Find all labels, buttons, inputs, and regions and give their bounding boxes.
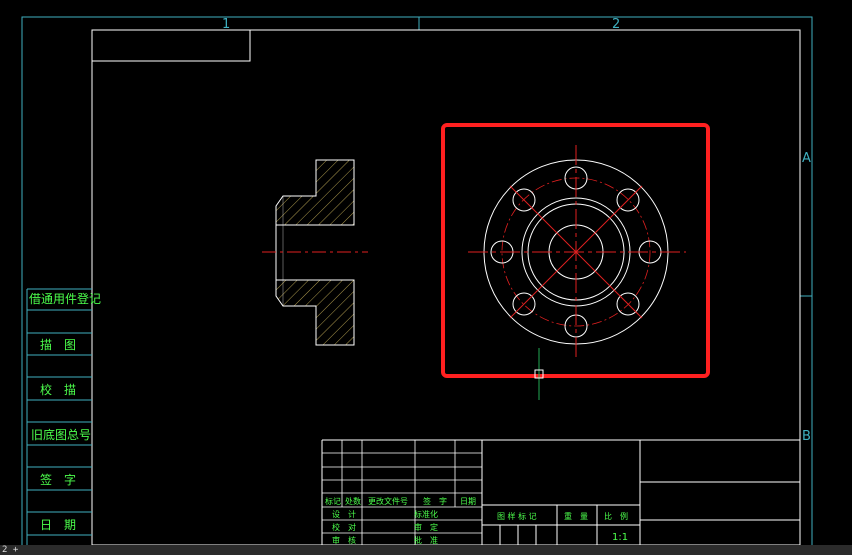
role-design: 设 计 [332, 509, 356, 519]
label-trace-check: 校 描 [40, 382, 76, 397]
rev-header-signature: 签 字 [423, 496, 447, 506]
section-upper-hatch [275, 159, 355, 226]
role-approve-final: 审 定 [414, 522, 438, 532]
role-review: 审 核 [332, 535, 356, 545]
cad-drawing-canvas[interactable]: 1 2 A B 借通用件登记 描 图 校 描 旧底图总号 签 字 日 期 标记 … [0, 0, 852, 555]
inner-frame [91, 29, 801, 546]
label-borrowed-parts: 借通用件登记 [29, 291, 101, 306]
command-status-bar[interactable]: 2 + [0, 545, 852, 555]
label-tracing: 描 图 [40, 338, 76, 352]
left-registration-column [26, 288, 92, 545]
info-scale: 比 例 [604, 511, 628, 521]
flange-front-view[interactable] [468, 145, 686, 360]
label-signature: 签 字 [40, 472, 76, 487]
status-text: 2 + [2, 545, 19, 555]
label-old-base-number: 旧底图总号 [31, 427, 91, 442]
info-weight: 重 量 [564, 511, 588, 521]
scale-value: 1:1 [612, 532, 628, 543]
zone-letter-b: B [802, 429, 811, 444]
rev-header-count: 处数 [345, 496, 361, 506]
title-block [321, 439, 800, 545]
role-authorize: 批 准 [414, 535, 438, 545]
zone-letter-a: A [802, 151, 811, 166]
section-view[interactable] [262, 159, 368, 346]
centerlines [468, 145, 686, 360]
label-date: 日 期 [40, 518, 76, 532]
section-lower-hatch [275, 279, 355, 346]
role-standardization: 标准化 [414, 509, 438, 519]
role-check: 校 对 [332, 522, 356, 532]
rev-header-change-doc: 更改文件号 [368, 496, 408, 506]
outer-border [21, 16, 813, 548]
info-drawing-mark: 图 样 标 记 [497, 511, 537, 521]
rev-header-date: 日期 [460, 497, 476, 506]
rev-header-mark: 标记 [325, 496, 341, 506]
